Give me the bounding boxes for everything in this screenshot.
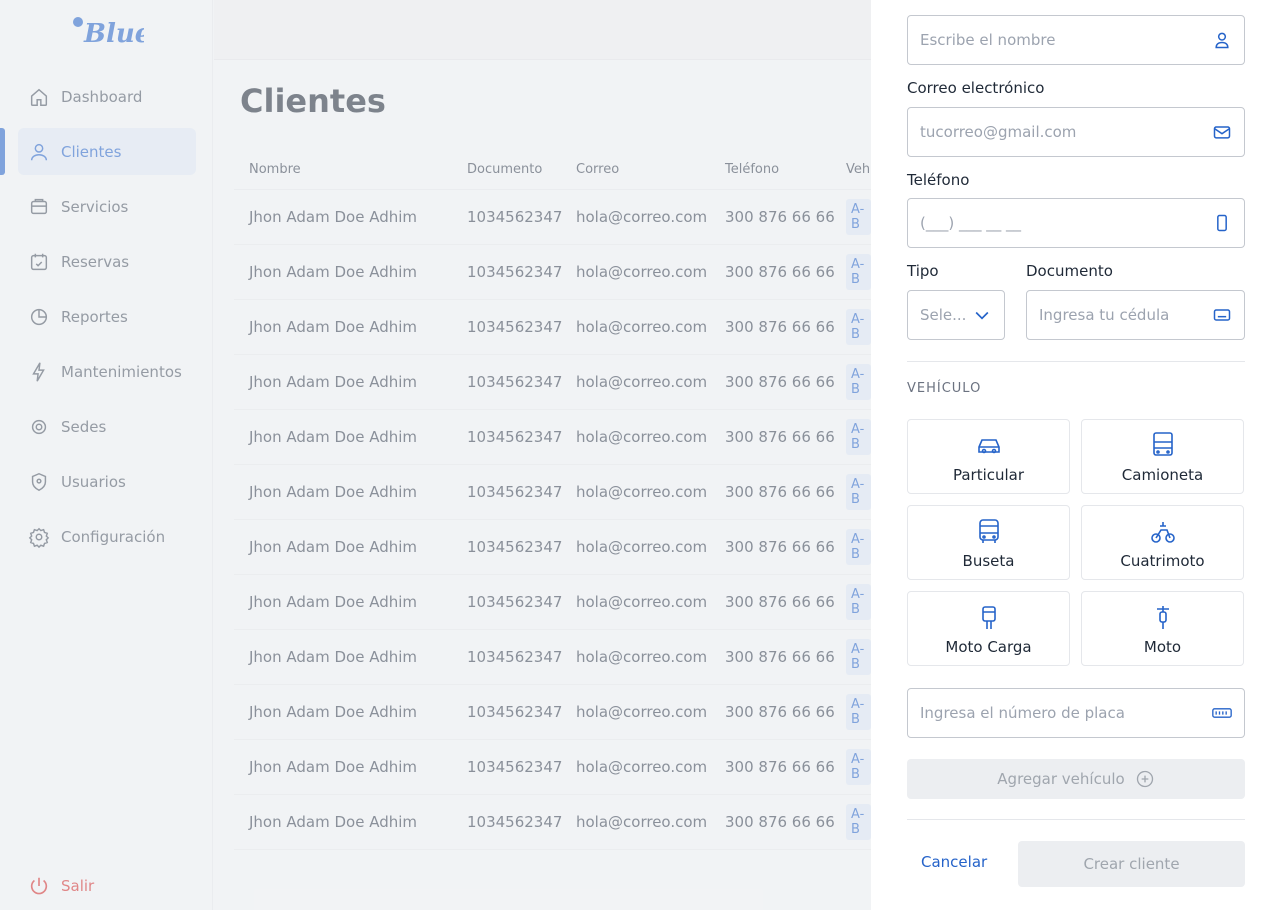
plus-circle-icon <box>1136 770 1153 788</box>
vehicle-type-label: Camioneta <box>1121 466 1204 484</box>
name-placeholder: Escribe el nombre <box>920 31 1056 49</box>
vehicle-type-label: Moto <box>1143 638 1182 656</box>
plate-field[interactable]: Ingresa el número de placa <box>907 688 1245 738</box>
id-card-icon <box>1213 309 1231 321</box>
bus-icon <box>978 519 999 543</box>
vehicle-type-moto-carga[interactable]: Moto Carga <box>907 591 1070 666</box>
vehicle-type-cuatrimoto[interactable]: Cuatrimoto <box>1081 505 1244 580</box>
chevron-down-icon <box>975 311 989 320</box>
email-field[interactable]: tucorreo@gmail.com <box>907 107 1245 157</box>
create-client-button[interactable]: Crear cliente <box>1018 841 1245 887</box>
modal-backdrop[interactable] <box>0 0 871 910</box>
vehicle-type-label: Moto Carga <box>945 638 1032 656</box>
atv-icon <box>1150 522 1175 543</box>
email-label: Correo electrónico <box>907 79 1045 97</box>
car-icon <box>977 439 1000 454</box>
type-placeholder: Sele... <box>920 306 967 324</box>
email-placeholder: tucorreo@gmail.com <box>920 123 1077 141</box>
create-client-panel: Escribe el nombre Correo electrónico tuc… <box>871 0 1280 910</box>
phone-icon <box>1217 214 1227 232</box>
vehicle-type-moto[interactable]: Moto <box>1081 591 1244 666</box>
vehicle-type-label: Cuatrimoto <box>1120 552 1205 570</box>
vehicle-type-label: Particular <box>952 466 1025 484</box>
van-icon <box>1152 432 1173 456</box>
phone-placeholder: (___) ___ __ __ <box>920 214 1022 232</box>
phone-field[interactable]: (___) ___ __ __ <box>907 198 1245 248</box>
divider <box>907 819 1245 820</box>
add-vehicle-button[interactable]: Agregar vehículo <box>907 759 1245 799</box>
motorcycle-icon <box>1156 606 1169 629</box>
plate-placeholder: Ingresa el número de placa <box>920 704 1125 722</box>
create-client-label: Crear cliente <box>1083 855 1180 873</box>
vehicle-section-title: VEHÍCULO <box>907 381 982 396</box>
document-type-select[interactable]: Sele... <box>907 290 1005 340</box>
cargo-motorcycle-icon <box>981 606 996 629</box>
phone-label: Teléfono <box>907 171 970 189</box>
vehicle-type-buseta[interactable]: Buseta <box>907 505 1070 580</box>
vehicle-type-label: Buseta <box>962 552 1015 570</box>
type-label: Tipo <box>907 262 939 280</box>
vehicle-type-camioneta[interactable]: Camioneta <box>1081 419 1244 494</box>
document-placeholder: Ingresa tu cédula <box>1039 306 1170 324</box>
license-plate-icon <box>1212 708 1232 718</box>
document-field[interactable]: Ingresa tu cédula <box>1026 290 1245 340</box>
mail-icon <box>1213 126 1231 139</box>
vehicle-type-particular[interactable]: Particular <box>907 419 1070 494</box>
cancel-button[interactable]: Cancelar <box>921 853 987 871</box>
divider <box>907 361 1245 362</box>
document-label: Documento <box>1026 262 1113 280</box>
name-field[interactable]: Escribe el nombre <box>907 15 1245 65</box>
user-icon <box>1215 32 1229 49</box>
add-vehicle-label: Agregar vehículo <box>997 770 1125 788</box>
